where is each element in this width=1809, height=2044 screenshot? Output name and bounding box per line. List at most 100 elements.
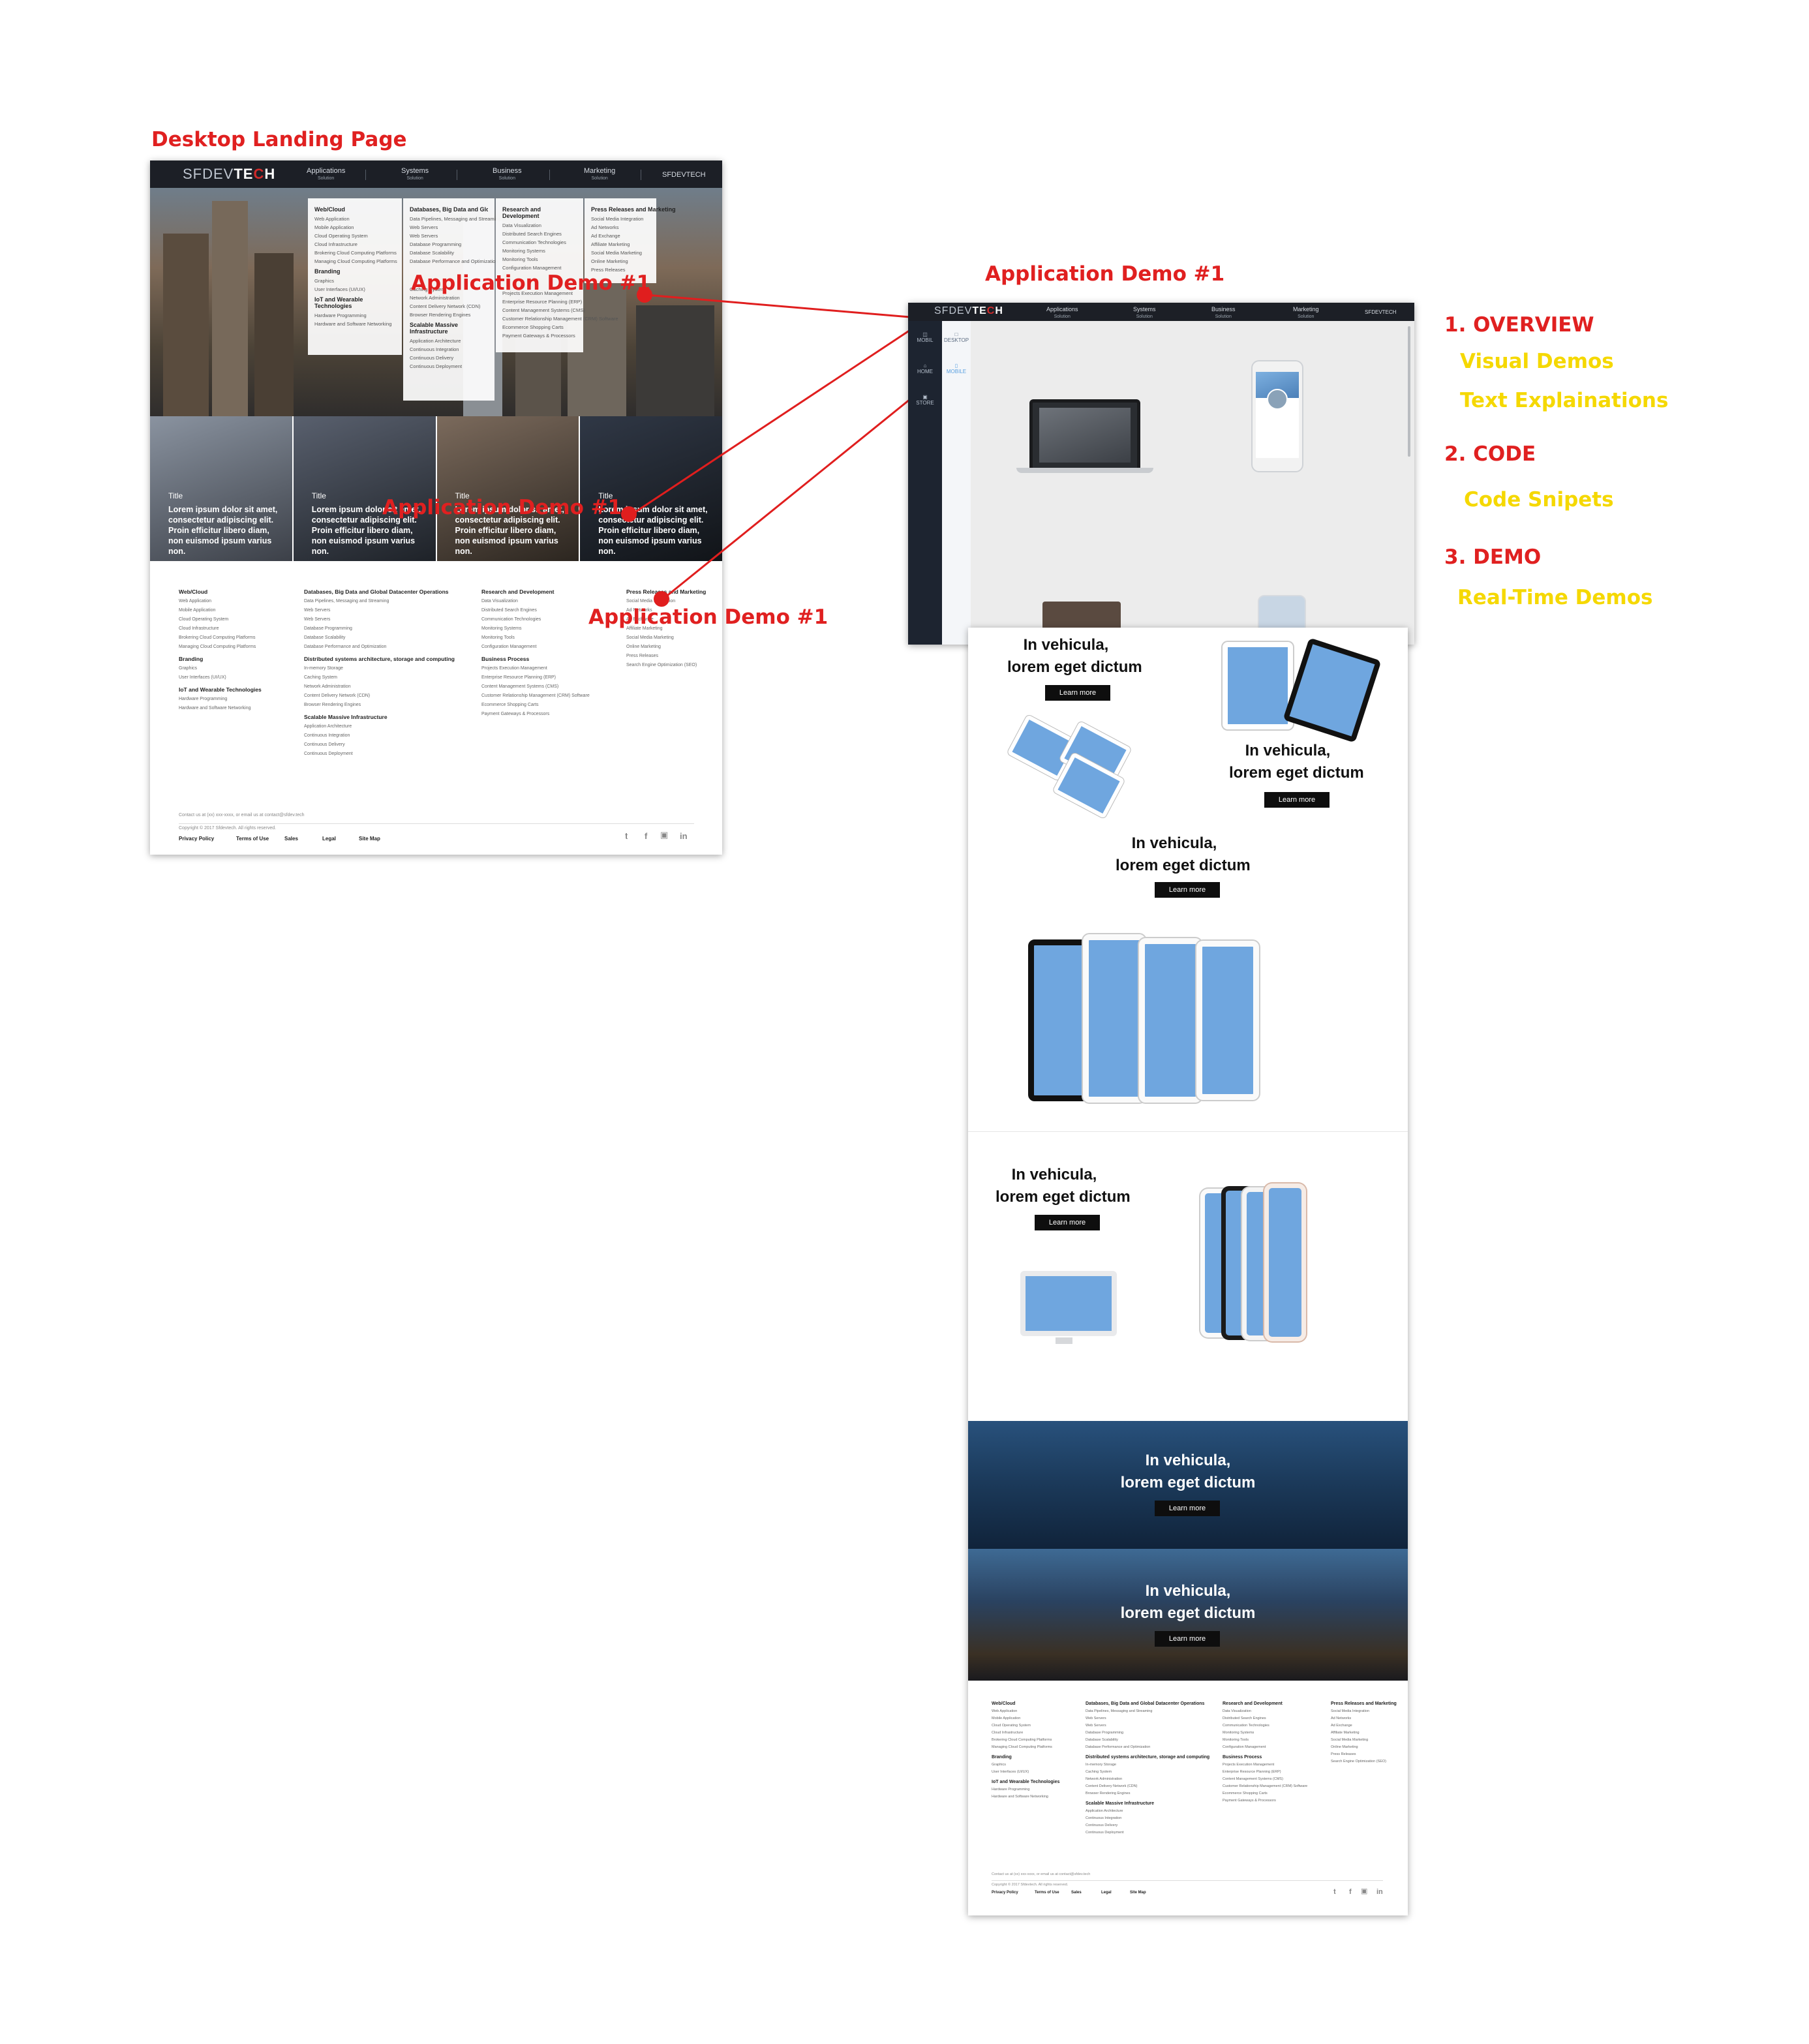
footer-link[interactable]: Managing Cloud Computing Platforms	[992, 1744, 1059, 1751]
footer-link[interactable]: Hardware and Software Networking	[992, 1793, 1059, 1801]
learn-more-button[interactable]: Learn more	[1035, 1215, 1100, 1230]
footer-privacy[interactable]: Privacy Policy	[992, 1891, 1018, 1895]
facebook-icon[interactable]: f	[1349, 1888, 1352, 1896]
footer-divider	[992, 1880, 1383, 1881]
app-subsidebar: □ DESKTOP ▯ MOBILE	[942, 321, 971, 645]
phone-mockup[interactable]	[1251, 360, 1303, 472]
store-icon: ▣	[922, 394, 928, 400]
footer-link[interactable]: Projects Execution Management	[1223, 1762, 1307, 1769]
footer-link[interactable]: Payment Gateways & Processors	[1223, 1797, 1307, 1805]
footer-link[interactable]: Search Engine Optimization (SEO)	[1331, 1758, 1397, 1765]
subnav-mobile[interactable]: ▯ MOBILE	[942, 363, 971, 374]
footer-link[interactable]: Content Delivery Network (CDN)	[1086, 1783, 1209, 1790]
footer-link[interactable]: Data Pipelines, Messaging and Streaming	[1086, 1708, 1209, 1715]
footer-sales[interactable]: Sales	[1071, 1891, 1082, 1895]
footer-link[interactable]: Monitoring Tools	[1223, 1737, 1307, 1744]
contact-text: Contact us at (xx) xxx-xxxx, or email us…	[992, 1872, 1091, 1876]
tablet-mockup	[1196, 941, 1259, 1100]
laptop-base	[1016, 468, 1153, 473]
footer-link[interactable]: User Interfaces (UI/UX)	[992, 1769, 1059, 1776]
learn-more-button[interactable]: Learn more	[1155, 1631, 1220, 1647]
footer-link[interactable]: Graphics	[992, 1762, 1059, 1769]
phone-icon: ▯	[954, 363, 958, 369]
instagram-icon[interactable]: ▣	[1361, 1887, 1367, 1895]
twitter-icon[interactable]: 𝐭	[1333, 1888, 1336, 1897]
tablet-mockup	[1083, 934, 1146, 1103]
linkedin-icon[interactable]: in	[1376, 1888, 1383, 1896]
footer-sitemap[interactable]: Site Map	[1130, 1891, 1146, 1895]
tablet-mockup	[1028, 939, 1091, 1101]
footer-link[interactable]: Browser Rendering Engines	[1086, 1790, 1209, 1797]
footer-link[interactable]: Brokering Cloud Computing Platforms	[992, 1737, 1059, 1744]
footer-col-marketing: Press Releases and Marketing Social Medi…	[1331, 1698, 1397, 1765]
scrollbar[interactable]	[1408, 326, 1410, 457]
footer-heading: Scalable Massive Infrastructure	[1086, 1801, 1155, 1806]
footer-link[interactable]: Customer Relationship Management (CRM) S…	[1223, 1783, 1307, 1790]
footer-link[interactable]: Web Servers	[1086, 1715, 1209, 1722]
product-page: In vehicula, lorem eget dictum Learn more…	[968, 628, 1408, 1915]
learn-more-button[interactable]: Learn more	[1155, 882, 1220, 898]
footer-link[interactable]: Database Scalability	[1086, 1737, 1209, 1744]
tablet-black-mockup	[1283, 637, 1382, 743]
footer-col-research: Research and Development Data Visualizat…	[1223, 1698, 1307, 1805]
nav-business[interactable]: Business Solution	[1211, 305, 1236, 321]
footer-link[interactable]: Ecommerce Shopping Carts	[1223, 1790, 1307, 1797]
footer-link[interactable]: Configuration Management	[1223, 1744, 1307, 1751]
footer-link[interactable]: Monitoring Systems	[1223, 1730, 1307, 1737]
app-nav: SFDEVTECH Applications Solution Systems So…	[908, 303, 1414, 321]
logo[interactable]: SFDEVTECH	[934, 305, 1003, 317]
footer-link[interactable]: Enterprise Resource Planning (ERP)	[1223, 1769, 1307, 1776]
nav-marketing[interactable]: Marketing Solution	[1293, 305, 1319, 321]
banner-heading: In vehicula, lorem eget dictum	[1120, 1582, 1256, 1622]
footer-link[interactable]: Affiliate Marketing	[1331, 1730, 1397, 1737]
footer-link[interactable]: Application Architecture	[1086, 1808, 1209, 1815]
footer-link[interactable]: Database Performance and Optimization	[1086, 1744, 1209, 1751]
footer-link[interactable]: Web Servers	[1086, 1722, 1209, 1730]
footer-link[interactable]: Caching System	[1086, 1769, 1209, 1776]
app-sidebar: ◫ MOBIL ⌂ HOME ▣ STORE	[908, 321, 942, 645]
laptop-mockup[interactable]	[1029, 399, 1140, 471]
footer-heading: Databases, Big Data and Global Datacente…	[1086, 1701, 1205, 1706]
footer-link[interactable]: Distributed Search Engines	[1223, 1715, 1307, 1722]
subnav-desktop[interactable]: □ DESKTOP	[942, 331, 971, 343]
nav-applications[interactable]: Applications Solution	[1046, 305, 1078, 321]
promo-heading-1: In vehicula, lorem eget dictum	[1007, 636, 1142, 676]
sidebar-item-home[interactable]: ⌂ HOME	[908, 363, 942, 374]
footer-link[interactable]: Press Releases	[1331, 1751, 1397, 1758]
footer-heading: Branding	[992, 1755, 1012, 1760]
footer-link[interactable]: Database Programming	[1086, 1730, 1209, 1737]
footer-link[interactable]: Mobile Application	[992, 1715, 1059, 1722]
footer-terms[interactable]: Terms of Use	[1035, 1891, 1059, 1895]
nav-systems[interactable]: Systems Solution	[1133, 305, 1156, 321]
promo-heading-4: In vehicula, lorem eget dictum	[996, 1166, 1131, 1206]
footer-link[interactable]: Ad Networks	[1331, 1715, 1397, 1722]
sidebar-item-store[interactable]: ▣ STORE	[908, 394, 942, 406]
learn-more-button[interactable]: Learn more	[1155, 1501, 1220, 1516]
footer-link[interactable]: Content Management Systems (CMS)	[1223, 1776, 1307, 1783]
footer-link[interactable]: Cloud Infrastructure	[992, 1730, 1059, 1737]
footer-link[interactable]: Cloud Operating System	[992, 1722, 1059, 1730]
desktop-icon: □	[954, 331, 958, 337]
footer-link[interactable]: Hardware Programming	[992, 1786, 1059, 1793]
footer-legal[interactable]: Legal	[1101, 1891, 1112, 1895]
footer-link[interactable]: Continuous Delivery	[1086, 1822, 1209, 1829]
learn-more-button[interactable]: Learn more	[1045, 685, 1110, 701]
footer-link[interactable]: Web Application	[992, 1708, 1059, 1715]
sidebar-item-mobil[interactable]: ◫ MOBIL	[908, 331, 942, 343]
footer-link[interactable]: Social Media Integration	[1331, 1708, 1397, 1715]
learn-more-button[interactable]: Learn more	[1264, 792, 1330, 808]
promo-heading-3: In vehicula, lorem eget dictum	[1116, 834, 1251, 874]
footer-link[interactable]: Social Media Marketing	[1331, 1737, 1397, 1744]
footer-col-databases: Databases, Big Data and Global Datacente…	[1086, 1698, 1209, 1837]
app-demo-canvas	[971, 321, 1414, 645]
footer-link[interactable]: Ad Exchange	[1331, 1722, 1397, 1730]
footer-link[interactable]: In-memory Storage	[1086, 1762, 1209, 1769]
footer-link[interactable]: Continuous Deployment	[1086, 1829, 1209, 1837]
footer-link[interactable]: Network Administration	[1086, 1776, 1209, 1783]
banner-heading: In vehicula, lorem eget dictum	[1120, 1452, 1256, 1491]
footer-link[interactable]: Online Marketing	[1331, 1744, 1397, 1751]
footer-link[interactable]: Communication Technologies	[1223, 1722, 1307, 1730]
footer-link[interactable]: Continuous Integration	[1086, 1815, 1209, 1822]
footer-link[interactable]: Data Visualization	[1223, 1708, 1307, 1715]
nav-brand-link[interactable]: SFDEVTECH	[1365, 309, 1396, 316]
